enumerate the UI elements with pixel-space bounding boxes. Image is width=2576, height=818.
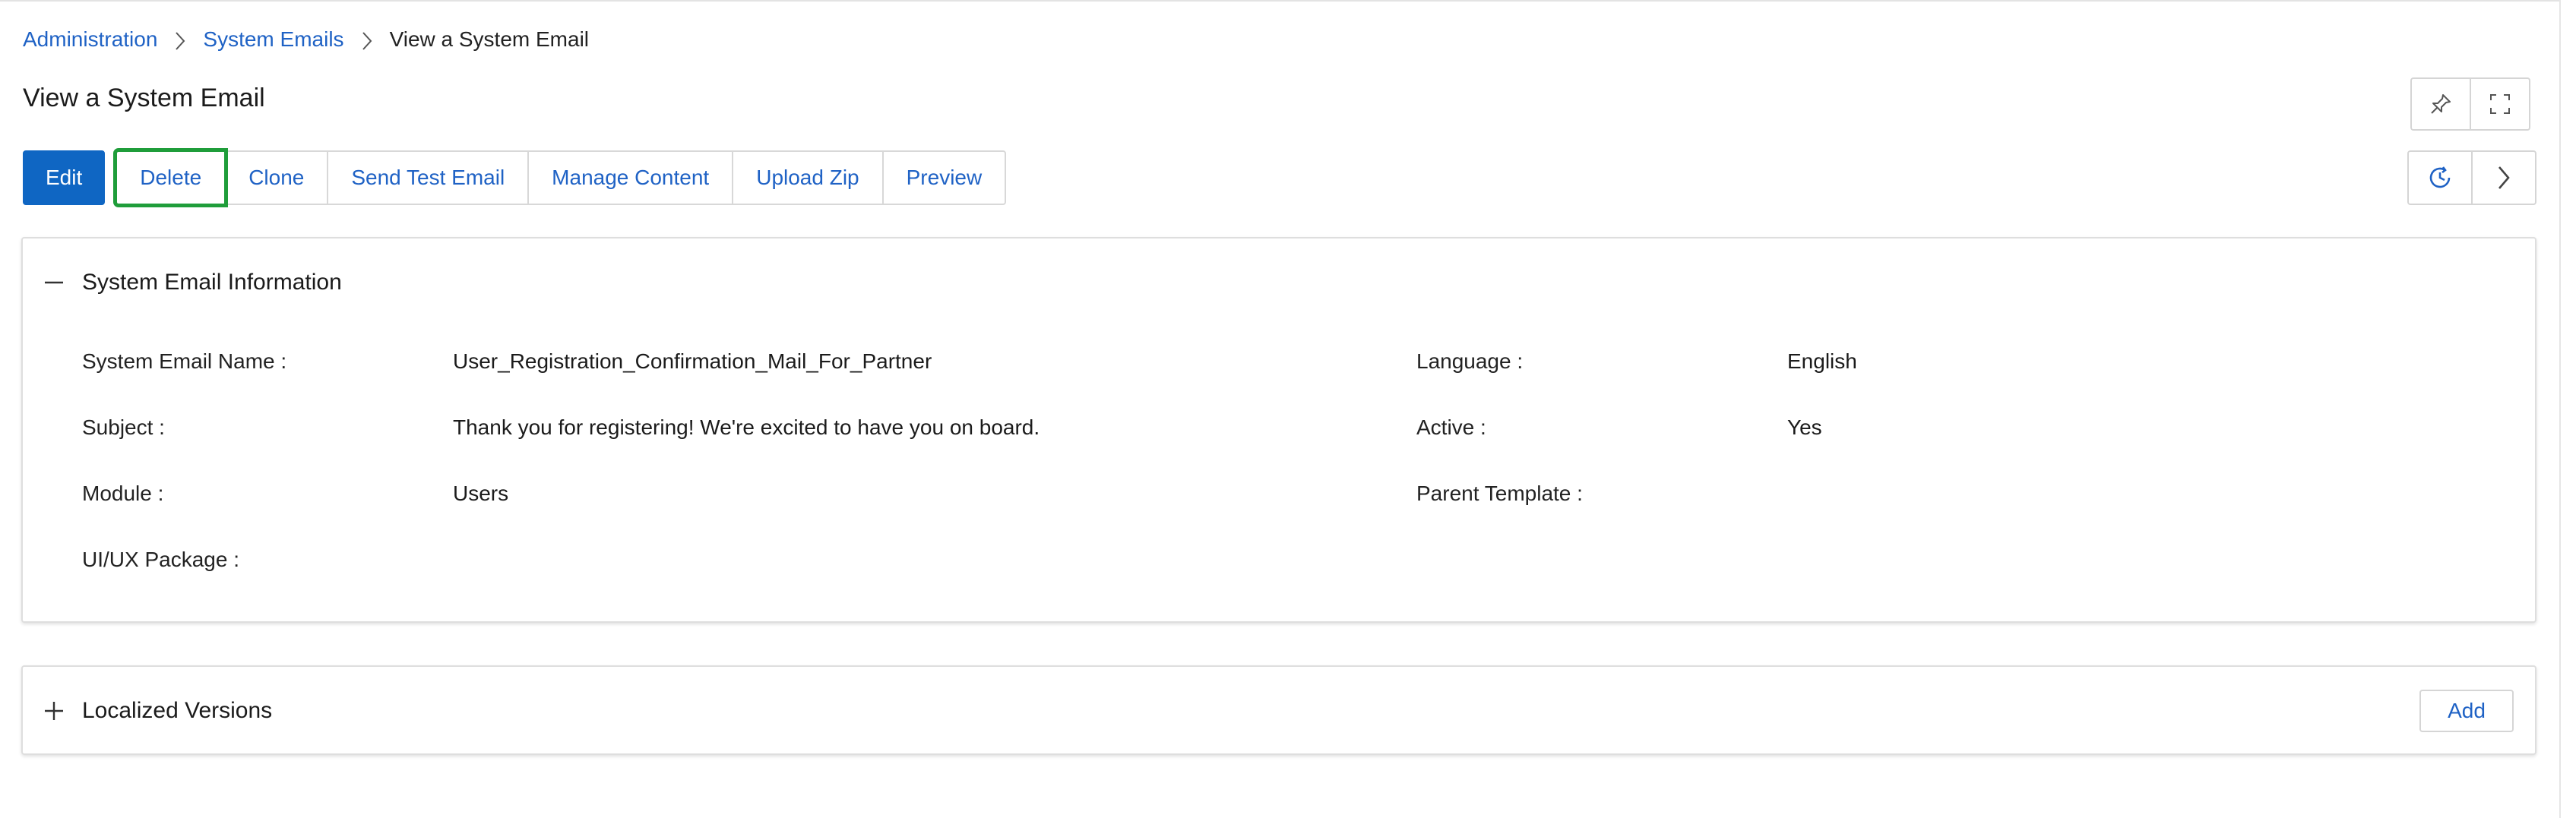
send-test-email-button[interactable]: Send Test Email <box>327 150 530 205</box>
delete-button[interactable]: Delete <box>113 148 229 207</box>
info-section-title: System Email Information <box>82 270 342 295</box>
preview-button[interactable]: Preview <box>881 150 1007 205</box>
upload-zip-button[interactable]: Upload Zip <box>732 150 884 205</box>
localized-section-header[interactable]: Localized Versions <box>43 696 272 726</box>
active-value: Yes <box>1787 415 1822 439</box>
breadcrumb-item-system-emails[interactable]: System Emails <box>203 27 343 52</box>
pin-button[interactable] <box>2410 77 2471 131</box>
module-label: Module : <box>82 482 164 505</box>
chevron-right-icon <box>344 27 390 52</box>
info-section-header[interactable]: System Email Information <box>43 267 342 298</box>
localized-section-title: Localized Versions <box>82 698 273 723</box>
language-value: English <box>1787 349 1857 373</box>
breadcrumb-current: View a System Email <box>389 27 590 51</box>
breadcrumb: Administration System Emails View a Syst… <box>23 24 589 55</box>
fullscreen-icon <box>2489 93 2511 115</box>
next-button[interactable] <box>2471 150 2536 205</box>
minus-icon[interactable] <box>43 271 65 294</box>
subject-label: Subject : <box>82 415 165 439</box>
localized-versions-panel: Localized Versions Add <box>21 665 2536 755</box>
manage-content-button[interactable]: Manage Content <box>527 150 734 205</box>
clone-button[interactable]: Clone <box>224 150 329 205</box>
chevron-right-icon <box>2496 165 2511 191</box>
chevron-right-icon <box>157 27 203 52</box>
fullscreen-button[interactable] <box>2470 77 2530 131</box>
system-email-information-panel: System Email Information System Email Na… <box>21 237 2536 623</box>
history-icon <box>2426 164 2454 191</box>
scrollbar[interactable] <box>2559 0 2576 818</box>
action-toolbar: Edit Delete Clone Send Test Email Manage… <box>23 148 1007 207</box>
edit-button[interactable]: Edit <box>23 150 106 205</box>
subject-value: Thank you for registering! We're excited… <box>453 415 1040 439</box>
history-button[interactable] <box>2407 150 2473 205</box>
module-value: Users <box>453 482 509 505</box>
system-email-name-label: System Email Name : <box>82 349 287 373</box>
top-border <box>0 0 2561 2</box>
breadcrumb-item-administration[interactable]: Administration <box>23 27 157 52</box>
pin-icon <box>2429 93 2452 115</box>
parent-template-label: Parent Template : <box>1416 482 1583 505</box>
page-title: View a System Email <box>23 84 265 112</box>
add-localized-version-button[interactable]: Add <box>2419 690 2514 732</box>
active-label: Active : <box>1416 415 1486 439</box>
system-email-name-value: User_Registration_Confirmation_Mail_For_… <box>453 349 932 373</box>
uiux-package-label: UI/UX Package : <box>82 548 239 571</box>
plus-icon[interactable] <box>43 700 65 722</box>
language-label: Language : <box>1416 349 1524 373</box>
